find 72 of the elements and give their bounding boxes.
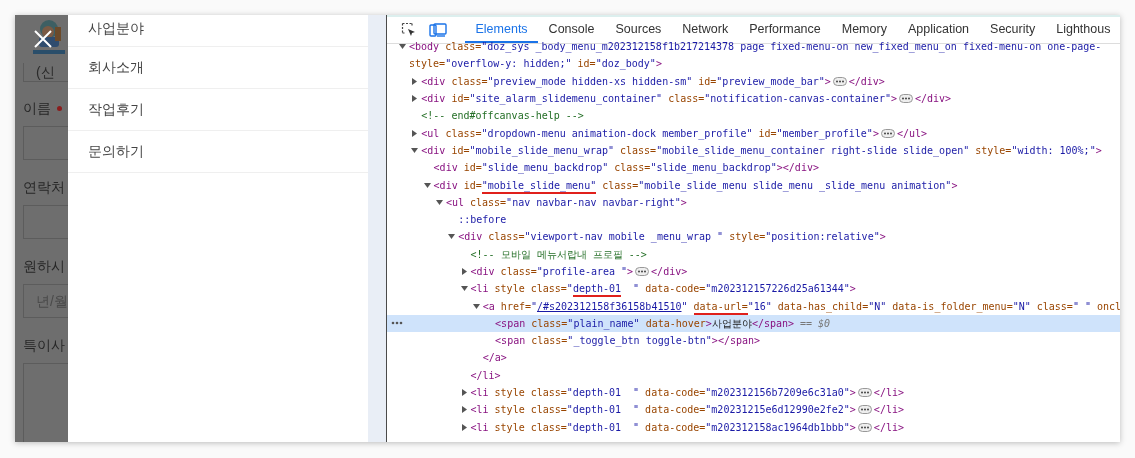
ellipsis-icon bbox=[635, 267, 650, 276]
code-text: </li> bbox=[470, 368, 501, 383]
code-text: </ul> bbox=[896, 126, 927, 141]
field-label: 특이사 bbox=[23, 335, 65, 355]
ellipsis-icon bbox=[857, 422, 872, 432]
code-text: <div id="mobile_slide_menu" class="mobile_slide_menu slide_menu _slide_menu animation"> bbox=[433, 177, 958, 193]
code-text: <li style class="depth-01 " data-code="m202312157226d25a61344"> bbox=[470, 281, 856, 297]
devtools-tab[interactable]: Lighthous bbox=[1045, 17, 1120, 43]
ellipsis-icon bbox=[857, 388, 872, 398]
code-text: <span class="_toggle_btn toggle-btn"></span> bbox=[495, 334, 761, 349]
inspect-icon[interactable] bbox=[401, 22, 417, 38]
disclosure-triangle-icon[interactable] bbox=[460, 406, 468, 414]
selected-row[interactable]: <span class="plain_name" data-hover>사업분야</span> == $0 bbox=[387, 314, 1120, 333]
code-text: </li> bbox=[873, 386, 904, 401]
code-text: style="overflow-y: hidden;" id="doz_body"> bbox=[409, 57, 662, 72]
devtools-tab[interactable]: Application bbox=[897, 17, 980, 43]
disclosure-triangle-icon[interactable] bbox=[472, 302, 480, 310]
code-text: <div id="mobile_slide_menu_wrap" class="mobile_slide_menu_container right-slide slide_open" style="width: 100%;"> bbox=[421, 143, 1102, 158]
disclosure-triangle-icon[interactable] bbox=[411, 146, 419, 154]
code-text: <div class="viewport-nav mobile _menu_wrap " style="position:relative"> bbox=[458, 230, 886, 245]
code-text: </li> bbox=[873, 403, 904, 418]
code-text: <li style class="depth-01 " data-code="m202312158ac1964db1bbb"> bbox=[470, 420, 856, 435]
code-text: <ul class="nav navbar-nav navbar-right"> bbox=[445, 195, 687, 210]
disclosure-triangle-icon[interactable] bbox=[460, 423, 468, 431]
disclosure-triangle-icon[interactable] bbox=[399, 43, 406, 51]
field-label: 원하시 bbox=[23, 256, 65, 276]
disclosure-triangle-icon[interactable] bbox=[411, 129, 419, 137]
devtools-tab[interactable]: Elements bbox=[465, 17, 539, 43]
ellipsis-icon bbox=[880, 128, 895, 138]
disclosure-triangle-icon[interactable] bbox=[411, 95, 419, 103]
field-label: 이름 bbox=[23, 98, 51, 118]
disclosure-triangle-icon[interactable] bbox=[460, 389, 468, 397]
code-text: <!-- end#offcanvas-help --> bbox=[421, 109, 584, 124]
code-text: <div class="preview_mode hidden-xs hidden-sm" id="preview_mode_bar"> bbox=[421, 74, 831, 89]
code-text: <span class="plain_name" data-hover>사업분야</span> bbox=[495, 316, 795, 331]
console-reference: == $0 bbox=[800, 316, 831, 331]
ellipsis-icon bbox=[898, 94, 913, 104]
required-dot-icon bbox=[57, 105, 62, 111]
code-text: </div> bbox=[651, 265, 688, 279]
code-text: </div> bbox=[848, 74, 885, 89]
code-text: </a> bbox=[482, 351, 507, 366]
devtools-tab[interactable]: Sources bbox=[605, 17, 672, 43]
code-text: <!-- 모바일 메뉴서랍내 프로필 --> bbox=[470, 247, 647, 262]
code-text: <div id="slide_menu_backdrop" class="slide_menu_backdrop"></div> bbox=[433, 161, 819, 176]
device-toolbar-icon[interactable] bbox=[429, 22, 447, 38]
logo-drawing bbox=[33, 17, 65, 57]
devtools-tab[interactable]: Network bbox=[671, 17, 739, 43]
devtools-tab[interactable]: Security bbox=[979, 17, 1046, 43]
ellipsis-icon bbox=[857, 405, 872, 415]
code-text: <li style class="depth-01 " data-code="m202312156b7209e6c31a0"> bbox=[470, 386, 856, 401]
code-text: </div> bbox=[914, 92, 952, 107]
disclosure-triangle-icon[interactable] bbox=[423, 181, 431, 189]
code-text: </li> bbox=[873, 420, 904, 435]
disclosure-triangle-icon[interactable] bbox=[435, 198, 443, 206]
code-text: <ul class="dropdown-menu animation-dock member_profile" id="member_profile"> bbox=[421, 126, 879, 141]
devtools-tab[interactable]: Performance bbox=[738, 17, 832, 43]
disclosure-triangle-icon[interactable] bbox=[448, 233, 456, 241]
devtools-tab[interactable]: Console bbox=[538, 17, 605, 43]
menu-item[interactable]: 사업분야 bbox=[68, 15, 368, 47]
close-icon[interactable] bbox=[33, 29, 53, 49]
ellipsis-icon bbox=[832, 76, 847, 86]
code-text: ::before bbox=[458, 213, 507, 228]
code-text: <div class="profile-area "> bbox=[470, 265, 634, 279]
disclosure-triangle-icon[interactable] bbox=[460, 268, 468, 275]
field-label: 연락처 bbox=[23, 177, 65, 197]
more-icon bbox=[391, 320, 403, 325]
disclosure-triangle-icon[interactable] bbox=[411, 77, 419, 85]
code-text: <body class="doz_sys _body_menu_m202312158f1b217214378 page fixed-menu-on new_fixed_menu_on fixed-menu-on one-page- bbox=[409, 40, 1102, 55]
disclosure-triangle-icon[interactable] bbox=[460, 285, 468, 293]
devtools-tab[interactable]: Memory bbox=[831, 17, 898, 43]
code-text: <div id="site_alarm_slidemenu_container" class="notification-canvas-container"> bbox=[421, 92, 897, 107]
code-text: <li style class="depth-01 " data-code="m20231215e6d12990e2fe2"> bbox=[470, 403, 856, 418]
